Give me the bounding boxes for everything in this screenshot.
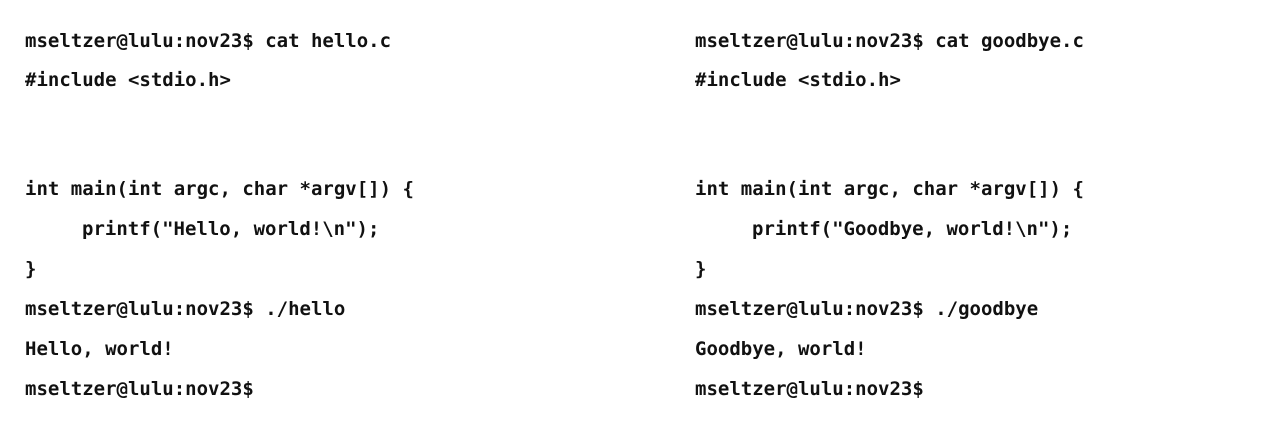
closing-brace-line: } (25, 258, 37, 280)
cat-command-line: mseltzer@lulu:nov23$ cat goodbye.c (695, 30, 1084, 52)
main-declaration-line: int main(int argc, char *argv[]) { (695, 178, 1084, 200)
shell-prompt[interactable]: mseltzer@lulu:nov23$ (695, 377, 924, 401)
main-declaration-line: int main(int argc, char *argv[]) { (25, 178, 414, 200)
left-terminal-pane[interactable]: mseltzer@lulu:nov23$ cat hello.c #includ… (25, 0, 625, 447)
include-line: #include <stdio.h> (25, 69, 231, 91)
include-line: #include <stdio.h> (695, 69, 901, 91)
run-command-line: mseltzer@lulu:nov23$ ./hello (25, 298, 346, 320)
run-command-line: mseltzer@lulu:nov23$ ./goodbye (695, 298, 1039, 320)
closing-brace-line: } (695, 258, 707, 280)
program-output-line: Hello, world! (25, 338, 174, 360)
printf-line: printf("Hello, world!\n"); (82, 218, 380, 240)
cat-command-line: mseltzer@lulu:nov23$ cat hello.c (25, 30, 392, 52)
right-terminal-pane[interactable]: mseltzer@lulu:nov23$ cat goodbye.c #incl… (695, 0, 1261, 447)
program-output-line: Goodbye, world! (695, 338, 867, 360)
shell-prompt[interactable]: mseltzer@lulu:nov23$ (25, 377, 254, 401)
printf-line: printf("Goodbye, world!\n"); (752, 218, 1073, 240)
